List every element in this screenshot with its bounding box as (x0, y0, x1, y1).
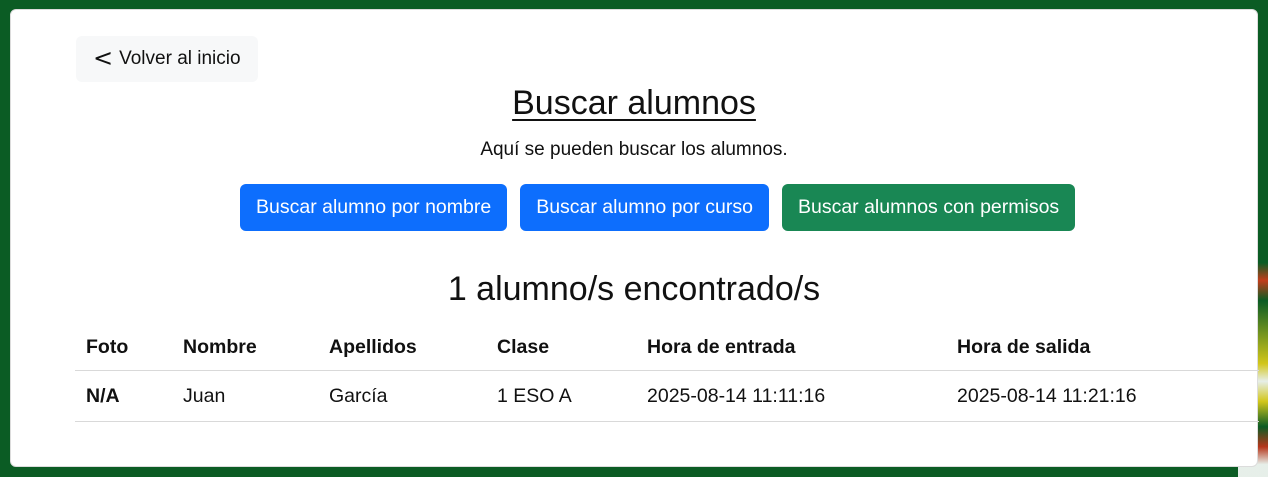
page-subtitle: Aquí se pueden buscar los alumnos. (480, 139, 788, 160)
cell-apellidos: García (318, 370, 486, 422)
cell-foto: N/A (75, 370, 172, 422)
cell-clase: 1 ESO A (486, 370, 636, 422)
cell-nombre: Juan (172, 370, 318, 422)
search-with-permissions-button[interactable]: Buscar alumnos con permisos (781, 184, 1076, 231)
column-header-nombre: Nombre (172, 324, 318, 371)
page-title: Buscar alumnos (512, 84, 756, 122)
search-by-name-button[interactable]: Buscar alumno por nombre (240, 184, 508, 231)
column-header-clase: Clase (486, 324, 636, 371)
column-header-apellidos: Apellidos (318, 324, 486, 371)
main-card: < Volver al inicio Buscar alumnos Aquí s… (10, 9, 1259, 467)
column-header-hora-salida: Hora de salida (946, 324, 1259, 371)
back-button[interactable]: < Volver al inicio (76, 36, 258, 82)
results-count: 1 alumno/s encontrado/s (447, 270, 821, 308)
cell-hora-entrada: 2025-08-14 11:11:16 (636, 370, 946, 422)
cell-hora-salida: 2025-08-14 11:21:16 (946, 370, 1259, 422)
column-header-hora-entrada: Hora de entrada (636, 324, 946, 371)
results-table: Foto Nombre Apellidos Clase Hora de entr… (75, 324, 1259, 422)
back-button-label: Volver al inicio (119, 48, 241, 69)
column-header-foto: Foto (75, 324, 172, 371)
table-header-row: Foto Nombre Apellidos Clase Hora de entr… (75, 324, 1259, 371)
chevron-left-icon: < (93, 44, 114, 72)
table-row: N/A Juan García 1 ESO A 2025-08-14 11:11… (75, 370, 1259, 422)
search-by-course-button[interactable]: Buscar alumno por curso (520, 184, 769, 231)
search-actions: Buscar alumno por nombre Buscar alumno p… (240, 184, 1076, 231)
